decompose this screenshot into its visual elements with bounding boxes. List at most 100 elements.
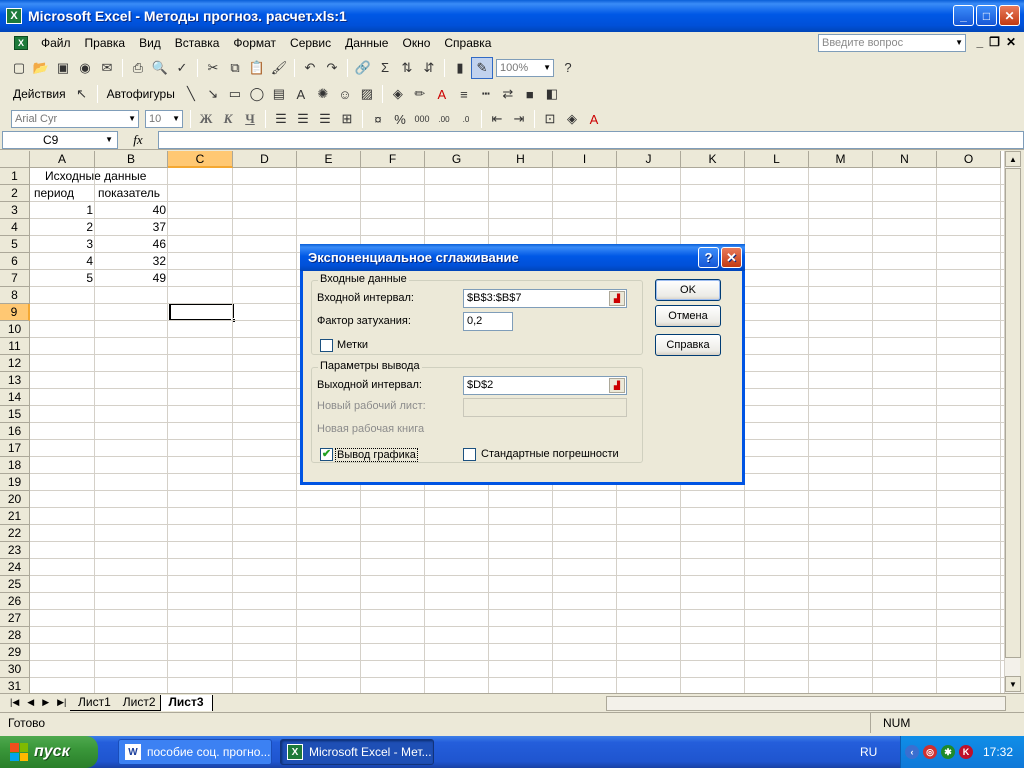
merge-center-icon[interactable]: ⊞ (336, 108, 358, 130)
column-header-o[interactable]: O (937, 151, 1001, 168)
column-header-d[interactable]: D (233, 151, 297, 168)
align-center-icon[interactable]: ☰ (292, 108, 314, 130)
menu-help[interactable]: Справка (437, 36, 498, 50)
function-icon[interactable]: fx (118, 132, 158, 148)
permission-icon[interactable]: ◉ (74, 57, 96, 79)
cell-b6[interactable]: 32 (96, 253, 169, 270)
actions-menu[interactable]: Действия (8, 87, 71, 101)
row-header-4[interactable]: 4 (0, 219, 30, 236)
italic-button[interactable]: К (217, 108, 239, 130)
vertical-scroll-thumb[interactable] (1005, 168, 1021, 658)
dialog-titlebar[interactable]: Экспоненциальное сглаживание ? ✕ (300, 244, 745, 271)
chevron-down-icon[interactable]: ▼ (955, 35, 963, 51)
wordart-icon[interactable]: A (290, 83, 312, 105)
increase-indent-icon[interactable]: ⇥ (508, 108, 530, 130)
row-header-27[interactable]: 27 (0, 610, 30, 627)
minimize-button[interactable]: _ (953, 5, 974, 26)
dialog-help-icon[interactable]: ? (698, 247, 719, 268)
collapse-dialog-icon[interactable]: ▟ (609, 291, 625, 306)
row-header-24[interactable]: 24 (0, 559, 30, 576)
column-header-a[interactable]: A (30, 151, 95, 168)
prev-sheet-icon[interactable]: ◀ (27, 697, 34, 708)
menu-window[interactable]: Окно (395, 36, 437, 50)
help-button[interactable]: Справка (655, 334, 721, 356)
row-header-25[interactable]: 25 (0, 576, 30, 593)
close-button[interactable]: ✕ (999, 5, 1020, 26)
tray-kaspersky-icon[interactable]: K (959, 745, 973, 759)
taskbar-word-button[interactable]: W пособие соц. прогно... (118, 739, 272, 765)
spelling-icon[interactable]: ✓ (171, 57, 193, 79)
row-header-5[interactable]: 5 (0, 236, 30, 253)
row-header-14[interactable]: 14 (0, 389, 30, 406)
sheet-tab-1[interactable]: Лист1 (70, 695, 119, 711)
row-header-6[interactable]: 6 (0, 253, 30, 270)
line-style-icon[interactable]: ≡ (453, 83, 475, 105)
output-range-field[interactable]: $D$2 ▟ (463, 376, 627, 395)
zoom-select[interactable]: 100% ▼ (496, 58, 554, 77)
arrow-style-icon[interactable]: ⇄ (497, 83, 519, 105)
menu-format[interactable]: Формат (226, 36, 283, 50)
new-file-icon[interactable]: ▢ (8, 57, 30, 79)
start-button[interactable]: пуск (0, 736, 98, 768)
paste-icon[interactable]: 📋 (246, 57, 268, 79)
cell-a6[interactable]: 4 (31, 253, 96, 270)
vertical-scrollbar[interactable]: ▲ ▼ (1004, 151, 1021, 693)
chevron-down-icon[interactable]: ▼ (105, 132, 113, 148)
dialog-close-icon[interactable]: ✕ (721, 247, 742, 268)
cell-b2[interactable]: показатель (95, 185, 160, 202)
select-pointer-icon[interactable]: ↖ (71, 83, 93, 105)
decrease-decimal-icon[interactable]: .0 (455, 108, 477, 130)
horizontal-scrollbar[interactable] (606, 696, 1006, 711)
name-box[interactable]: C9 ▼ (2, 131, 118, 149)
column-header-n[interactable]: N (873, 151, 937, 168)
row-header-30[interactable]: 30 (0, 661, 30, 678)
cell-b3[interactable]: 40 (96, 202, 169, 219)
chart-wizard-icon[interactable]: ▮ (449, 57, 471, 79)
row-header-9[interactable]: 9 (0, 304, 30, 321)
font-color-icon[interactable]: A (431, 83, 453, 105)
row-header-16[interactable]: 16 (0, 423, 30, 440)
cell-a3[interactable]: 1 (31, 202, 96, 219)
font-size-select[interactable]: 10 ▼ (145, 110, 183, 128)
row-header-22[interactable]: 22 (0, 525, 30, 542)
clipart-icon[interactable]: ☺ (334, 83, 356, 105)
column-header-l[interactable]: L (745, 151, 809, 168)
cell-a4[interactable]: 2 (31, 219, 96, 236)
undo-icon[interactable]: ↶ (299, 57, 321, 79)
row-header-10[interactable]: 10 (0, 321, 30, 338)
next-sheet-icon[interactable]: ▶ (42, 697, 49, 708)
doc-close-button[interactable]: ✕ (1006, 35, 1016, 49)
column-header-h[interactable]: H (489, 151, 553, 168)
bold-button[interactable]: Ж (195, 108, 217, 130)
cancel-button[interactable]: Отмена (655, 305, 721, 327)
autosum-icon[interactable]: Σ (374, 57, 396, 79)
font-color-icon[interactable]: A (583, 108, 605, 130)
collapse-dialog-icon[interactable]: ▟ (609, 378, 625, 393)
align-left-icon[interactable]: ☰ (270, 108, 292, 130)
increase-decimal-icon[interactable]: .00 (433, 108, 455, 130)
row-header-11[interactable]: 11 (0, 338, 30, 355)
diagram-icon[interactable]: ✺ (312, 83, 334, 105)
active-cell-c9[interactable] (169, 303, 236, 323)
column-header-i[interactable]: I (553, 151, 617, 168)
column-header-g[interactable]: G (425, 151, 489, 168)
cell-b4[interactable]: 37 (96, 219, 169, 236)
decrease-indent-icon[interactable]: ⇤ (486, 108, 508, 130)
arrow-icon[interactable]: ↘ (202, 83, 224, 105)
scroll-down-icon[interactable]: ▼ (1005, 676, 1021, 692)
doc-minimize-button[interactable]: _ (976, 35, 983, 49)
ok-button[interactable]: OK (655, 279, 721, 301)
row-header-13[interactable]: 13 (0, 372, 30, 389)
menu-insert[interactable]: Вставка (168, 36, 227, 50)
print-preview-icon[interactable]: 🔍 (149, 57, 171, 79)
shadow-icon[interactable]: ■ (519, 83, 541, 105)
textbox-icon[interactable]: ▤ (268, 83, 290, 105)
formula-input[interactable] (158, 131, 1024, 149)
document-icon[interactable]: X (14, 36, 28, 50)
chart-output-checkbox[interactable]: ✔ (320, 448, 333, 461)
language-indicator[interactable]: RU (860, 745, 877, 759)
row-header-2[interactable]: 2 (0, 185, 30, 202)
email-icon[interactable]: ✉ (96, 57, 118, 79)
oval-icon[interactable]: ◯ (246, 83, 268, 105)
scroll-up-icon[interactable]: ▲ (1005, 151, 1021, 167)
